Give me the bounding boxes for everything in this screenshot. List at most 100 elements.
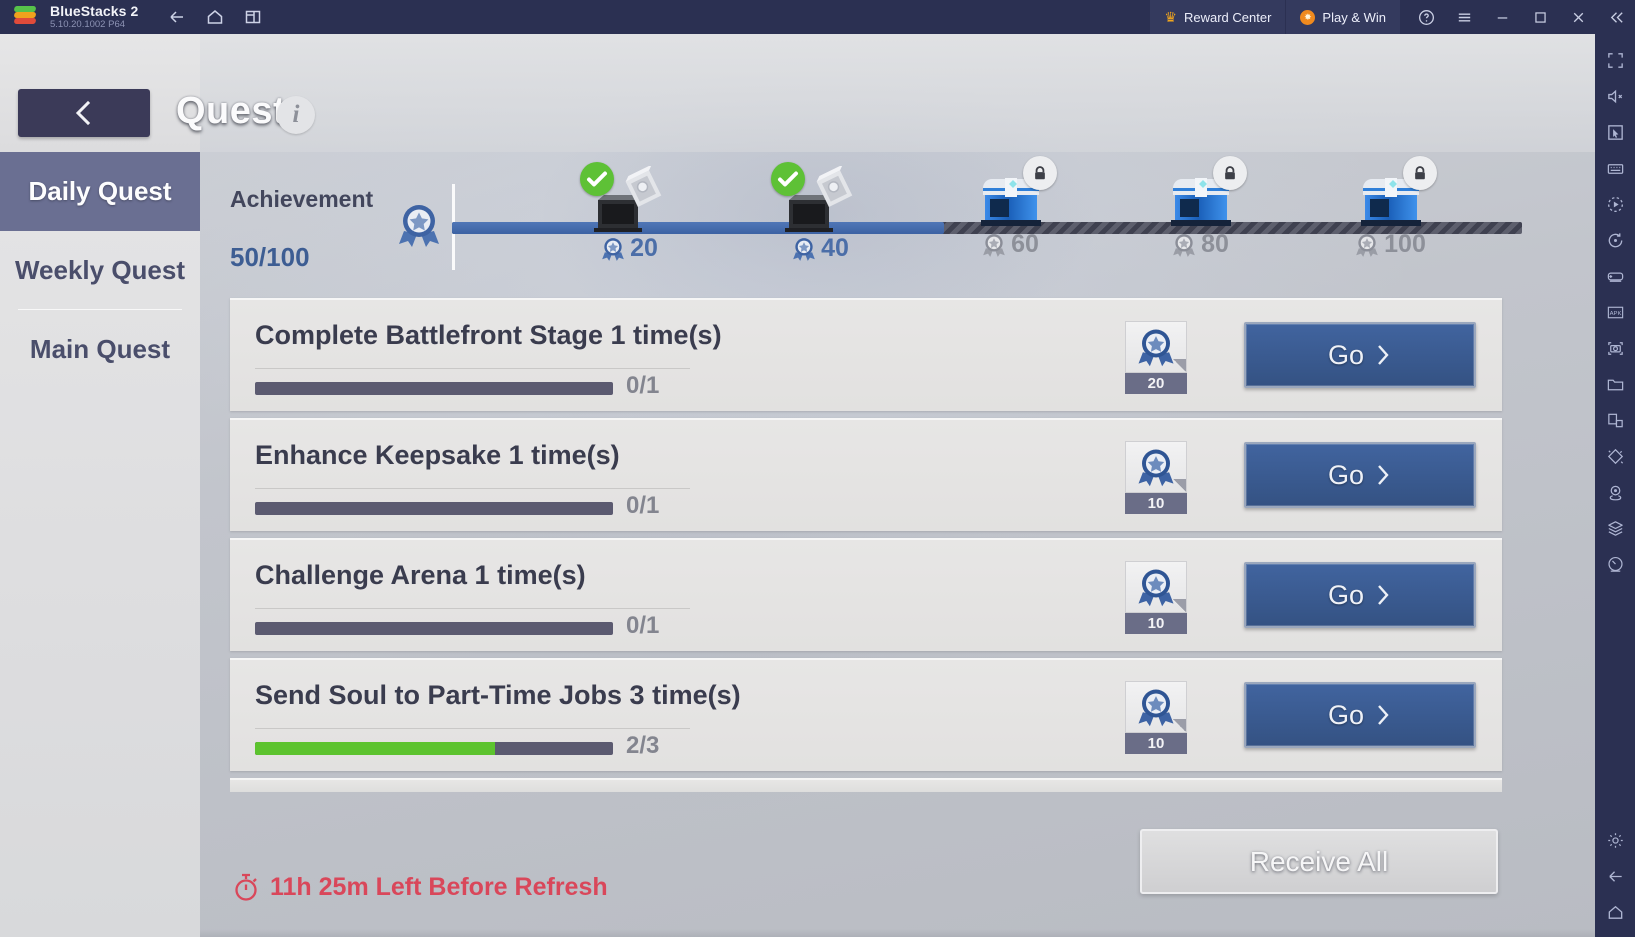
quest-title: Complete Battlefront Stage 1 time(s) — [255, 320, 722, 350]
blue-chest-icon — [1347, 156, 1437, 228]
cursor-pointer-icon[interactable] — [1598, 115, 1632, 149]
titlebar-right: ♛ Reward Center ✸ Play & Win — [1150, 0, 1635, 34]
close-icon[interactable] — [1559, 0, 1597, 34]
hamburger-menu-icon[interactable] — [1445, 0, 1483, 34]
milestone-label: 100 — [1384, 230, 1426, 258]
reward-center-label: Reward Center — [1183, 9, 1272, 25]
collapse-chevrons-icon[interactable] — [1597, 0, 1635, 34]
back-arrow-icon[interactable] — [1598, 859, 1632, 893]
play-and-win-label: Play & Win — [1322, 9, 1386, 25]
home-icon[interactable] — [1598, 895, 1632, 929]
quest-reward-count: 20 — [1125, 373, 1187, 394]
folder-icon[interactable] — [1598, 367, 1632, 401]
help-icon[interactable] — [1407, 0, 1445, 34]
back-button[interactable] — [18, 89, 150, 137]
back-arrow-icon[interactable] — [160, 3, 194, 31]
minimize-icon[interactable] — [1483, 0, 1521, 34]
quest-divider — [255, 368, 690, 369]
milestone-value: 80 — [1140, 230, 1260, 259]
quest-divider — [255, 728, 690, 729]
go-button-label: Go — [1327, 459, 1365, 490]
keyboard-icon[interactable] — [1598, 151, 1632, 185]
app-identity: BlueStacks 2 5.10.20.1002 P64 — [50, 4, 138, 30]
titlebar-nav — [160, 3, 270, 31]
bluestacks-logo-icon — [12, 4, 40, 30]
title-bar: BlueStacks 2 5.10.20.1002 P64 ♛ Reward C… — [0, 0, 1635, 34]
chevron-right-icon — [1378, 465, 1389, 485]
quest-progress-text: 0/1 — [626, 372, 660, 399]
mute-icon[interactable] — [1598, 79, 1632, 113]
info-icon[interactable]: i — [277, 96, 315, 134]
quest-reward-count: 10 — [1125, 733, 1187, 754]
quest-progress-text: 0/1 — [626, 612, 660, 639]
quest-reward: 10 — [1125, 561, 1187, 634]
maximize-icon[interactable] — [1521, 0, 1559, 34]
lock-icon — [1023, 156, 1057, 190]
milestone-value: 40 — [760, 234, 880, 263]
reward-center-button[interactable]: ♛ Reward Center — [1150, 0, 1286, 34]
speedometer-icon[interactable] — [1598, 547, 1632, 581]
milestone-20[interactable]: 20 — [569, 162, 689, 263]
tab-label: Daily Quest — [28, 176, 172, 206]
green-check-icon — [580, 162, 614, 196]
rotate-icon[interactable] — [1598, 223, 1632, 257]
svg-text:APK: APK — [1609, 310, 1621, 316]
go-button[interactable]: Go — [1244, 682, 1476, 748]
play-and-win-button[interactable]: ✸ Play & Win — [1286, 0, 1400, 34]
go-button[interactable]: Go — [1244, 442, 1476, 508]
achievement-value: 50/100 — [230, 242, 310, 272]
go-button-label: Go — [1327, 339, 1365, 370]
milestone-label: 40 — [821, 234, 849, 262]
quest-title: Enhance Keepsake 1 time(s) — [255, 440, 620, 470]
bluestacks-window: BlueStacks 2 5.10.20.1002 P64 ♛ Reward C… — [0, 0, 1635, 937]
quest-reward: 20 — [1125, 321, 1187, 394]
home-icon[interactable] — [198, 3, 232, 31]
quest-list: Complete Battlefront Stage 1 time(s) 0/1… — [230, 298, 1502, 792]
quest-title: Challenge Arena 1 time(s) — [255, 560, 586, 590]
table-row: Send Soul to Part-Time Jobs 3 time(s) 2/… — [230, 658, 1502, 771]
milestone-value: 100 — [1330, 230, 1450, 259]
milestone-value: 60 — [950, 230, 1070, 259]
install-apk-icon[interactable]: APK — [1598, 295, 1632, 329]
layers-icon[interactable] — [1598, 511, 1632, 545]
receive-all-button[interactable]: Receive All — [1140, 829, 1498, 894]
table-row: Complete Battlefront Stage 1 time(s) 0/1… — [230, 298, 1502, 411]
macro-play-icon[interactable] — [1598, 187, 1632, 221]
multi-instance-icon[interactable] — [236, 3, 270, 31]
refresh-timer: 11h 25m Left Before Refresh — [232, 872, 608, 902]
location-icon[interactable] — [1598, 475, 1632, 509]
lock-icon — [1403, 156, 1437, 190]
quest-divider — [255, 608, 690, 609]
copy-instance-icon[interactable] — [1598, 403, 1632, 437]
shake-icon[interactable] — [1598, 439, 1632, 473]
achievement-medal-icon — [1125, 441, 1187, 493]
screenshot-icon[interactable] — [1598, 331, 1632, 365]
quest-progress-text: 0/1 — [626, 492, 660, 519]
quest-progress-bar — [255, 502, 613, 515]
achievement-medal-icon — [396, 201, 442, 249]
gamepad-icon[interactable] — [1598, 259, 1632, 293]
receive-all-label: Receive All — [1249, 845, 1389, 877]
milestone-60[interactable]: 60 — [950, 156, 1070, 259]
gear-icon[interactable] — [1598, 823, 1632, 857]
sidebar-item-weekly-quest[interactable]: Weekly Quest — [0, 231, 200, 310]
go-button[interactable]: Go — [1244, 322, 1476, 388]
milestone-100[interactable]: 100 — [1330, 156, 1450, 259]
chevron-right-icon — [1378, 585, 1389, 605]
milestone-value: 20 — [569, 234, 689, 263]
quest-title: Send Soul to Part-Time Jobs 3 time(s) — [255, 680, 741, 710]
go-button[interactable]: Go — [1244, 562, 1476, 628]
sidebar-item-main-quest[interactable]: Main Quest — [0, 310, 200, 389]
quest-type-tabs: Daily Quest Weekly Quest Main Quest — [0, 152, 200, 937]
page-title: Quest — [176, 90, 287, 132]
quest-divider — [255, 488, 690, 489]
sidebar-item-daily-quest[interactable]: Daily Quest — [0, 152, 200, 231]
table-row: Challenge Arena 1 time(s) 0/1 10 Go — [230, 538, 1502, 651]
milestone-40[interactable]: 40 — [760, 162, 880, 263]
fullscreen-icon[interactable] — [1598, 43, 1632, 77]
table-row: Enhance Keepsake 1 time(s) 0/1 10 Go — [230, 418, 1502, 531]
quest-reward-count: 10 — [1125, 613, 1187, 634]
milestone-80[interactable]: 80 — [1140, 156, 1260, 259]
go-button-label: Go — [1327, 579, 1365, 610]
chevron-right-icon — [1378, 705, 1389, 725]
